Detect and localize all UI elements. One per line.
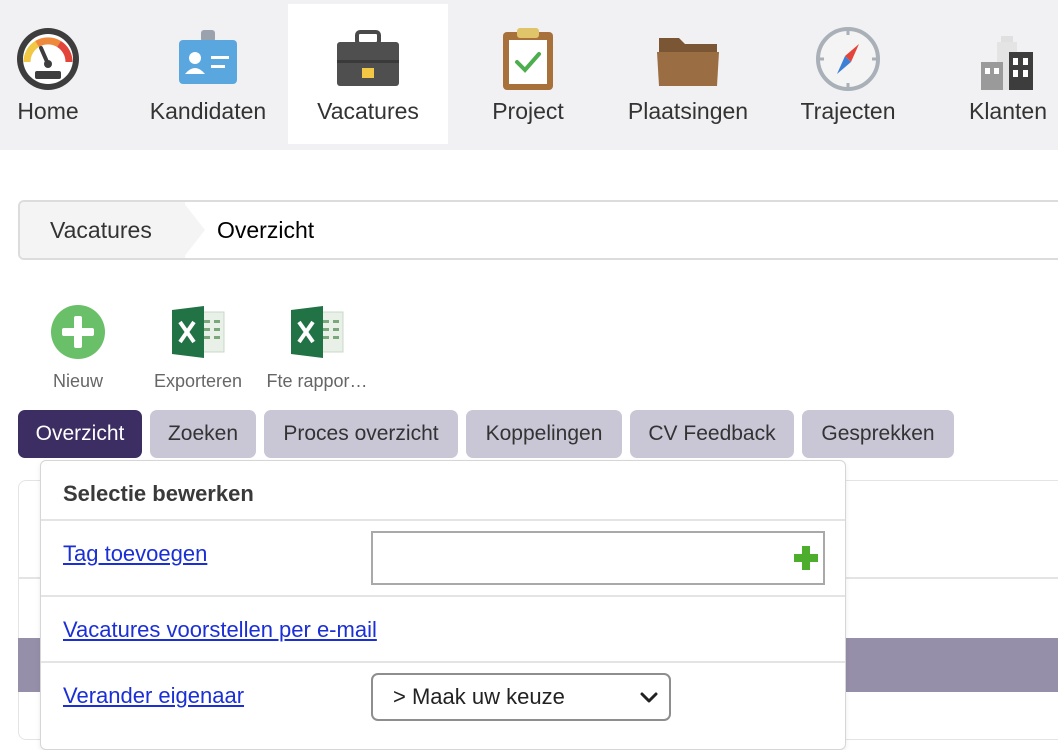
briefcase-icon [337, 30, 399, 86]
new-button-label: Nieuw [52, 371, 104, 391]
plus-circle-icon [51, 305, 105, 359]
divider [41, 595, 845, 597]
tab-koppelingen[interactable]: Koppelingen [466, 410, 622, 458]
fte-report-button[interactable]: Fte rappor… [262, 304, 372, 392]
add-tag-link[interactable]: Tag toevoegen [63, 541, 207, 567]
nav-item-home[interactable]: Home [0, 4, 128, 144]
tag-input[interactable] [371, 531, 825, 585]
excel-icon [172, 306, 225, 358]
chevron-down-icon [640, 692, 658, 703]
compass-icon [816, 27, 880, 91]
divider [41, 661, 845, 663]
nav-label: Plaatsingen [627, 98, 749, 124]
owner-select[interactable]: > Maak uw keuze [371, 673, 671, 721]
nav-label: Project [492, 98, 564, 124]
owner-select-value: > Maak uw keuze [393, 684, 565, 709]
nav-item-project[interactable]: Project [448, 4, 608, 144]
nav-label: Kandidaten [149, 98, 267, 124]
fte-report-button-label: Fte rappor… [266, 371, 368, 391]
breadcrumb: Vacatures Overzicht [18, 200, 1058, 260]
breadcrumb-separator [183, 202, 205, 258]
propose-vacancies-email-link[interactable]: Vacatures voorstellen per e-mail [63, 617, 377, 643]
tab-gesprekken[interactable]: Gesprekken [802, 410, 954, 458]
id-badge-icon [179, 30, 237, 84]
tab-zoeken[interactable]: Zoeken [150, 410, 256, 458]
buildings-icon [981, 36, 1033, 90]
breadcrumb-label[interactable]: Vacatures [50, 217, 152, 244]
nav-label: Vacatures [317, 98, 419, 124]
export-button-label: Exporteren [153, 371, 243, 391]
main-navigation: Home Kandidaten Vacatures Project Plaats… [0, 0, 1058, 150]
dropdown-title: Selectie bewerken [63, 481, 254, 506]
nav-item-kandidaten[interactable]: Kandidaten [128, 4, 288, 144]
tab-proces-overzicht[interactable]: Proces overzicht [264, 410, 458, 458]
tab-overzicht[interactable]: Overzicht [18, 410, 142, 458]
nav-label: Trajecten [800, 98, 896, 124]
breadcrumb-current: Overzicht [217, 217, 315, 243]
nav-item-trajecten[interactable]: Trajecten [768, 4, 928, 144]
divider [41, 519, 845, 521]
change-owner-link[interactable]: Verander eigenaar [63, 683, 244, 709]
nav-item-plaatsingen[interactable]: Plaatsingen [608, 4, 768, 144]
clipboard-check-icon [503, 28, 553, 90]
tab-cv-feedback[interactable]: CV Feedback [630, 410, 794, 458]
nav-label: Home [17, 98, 79, 124]
nav-item-klanten[interactable]: Klanten [928, 4, 1058, 144]
excel-icon [291, 306, 344, 358]
new-button[interactable]: Nieuw [48, 304, 108, 392]
dashboard-gauge-icon [17, 28, 79, 90]
add-tag-plus-icon[interactable] [793, 545, 819, 571]
breadcrumb-item-vacatures[interactable]: Vacatures [20, 202, 185, 258]
nav-item-vacatures[interactable]: Vacatures [288, 4, 448, 144]
export-button[interactable]: Exporteren [150, 304, 246, 392]
nav-label: Klanten [968, 98, 1047, 124]
selection-edit-dropdown: Selectie bewerken Tag toevoegen Vacature… [40, 460, 846, 750]
folder-icon [657, 38, 719, 86]
